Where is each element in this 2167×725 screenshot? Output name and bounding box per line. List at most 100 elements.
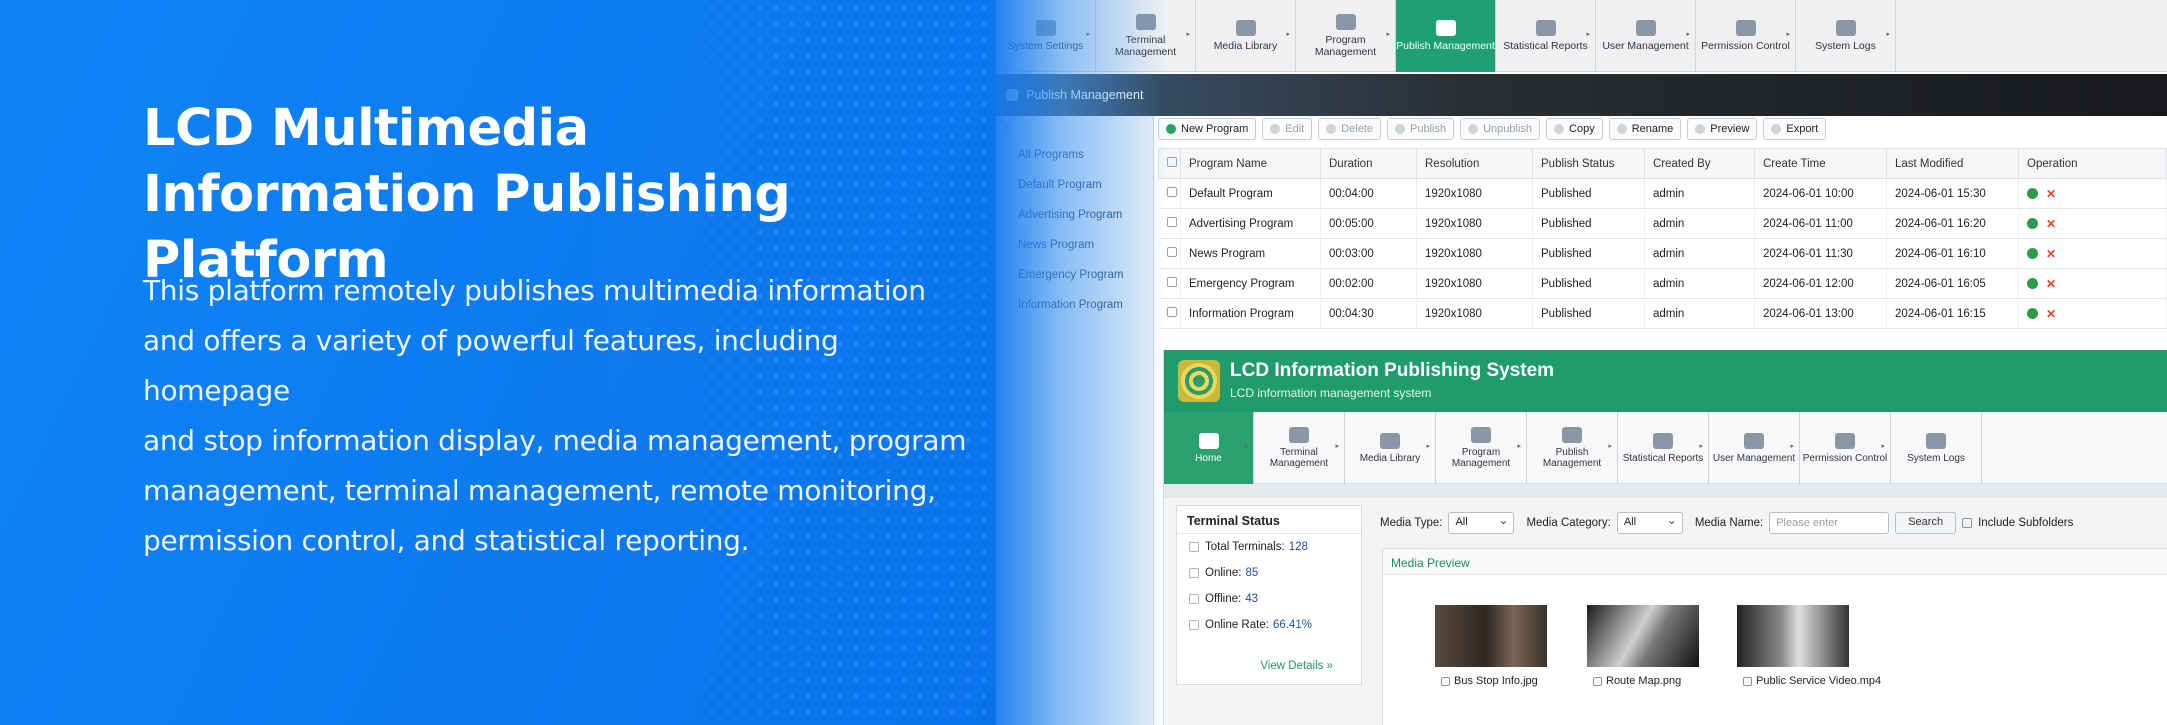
- table-row[interactable]: Emergency Program 00:02:00 1920x1080 Pub…: [1158, 268, 2167, 299]
- checkbox[interactable]: [1166, 307, 1177, 317]
- col-publish-status[interactable]: Publish Status: [1532, 148, 1645, 179]
- search-button[interactable]: Search: [1895, 512, 1957, 534]
- nav-media-library[interactable]: Media Library ▸: [1196, 0, 1296, 72]
- nav-system-logs[interactable]: System Logs: [1891, 412, 1982, 484]
- publish-icon[interactable]: [2027, 308, 2038, 319]
- nav-terminal-management[interactable]: Terminal Management ▸: [1096, 0, 1196, 72]
- col-last-modified[interactable]: Last Modified: [1886, 148, 2019, 179]
- nav-publish-management[interactable]: Publish Management ▸: [1527, 412, 1618, 484]
- edit-button[interactable]: Edit: [1262, 118, 1313, 140]
- thumbnail-video[interactable]: [1737, 605, 1849, 667]
- col-create-time[interactable]: Create Time: [1754, 148, 1887, 179]
- table-row[interactable]: News Program 00:03:00 1920x1080 Publishe…: [1158, 238, 2167, 269]
- unpublish-button[interactable]: Unpublish: [1460, 118, 1541, 140]
- nav-label: System Logs: [1815, 40, 1876, 52]
- nav-label: Statistical Reports: [1503, 40, 1588, 52]
- checkbox[interactable]: [1166, 187, 1177, 197]
- copy-button[interactable]: Copy: [1546, 118, 1603, 140]
- publish-icon[interactable]: [2027, 248, 2038, 259]
- checkbox[interactable]: [1743, 676, 1752, 686]
- checkbox[interactable]: [1189, 620, 1199, 630]
- nav-program-management[interactable]: Program Management ▸: [1296, 0, 1396, 72]
- delete-icon[interactable]: ✕: [2046, 247, 2056, 261]
- nav-terminal-management[interactable]: Terminal Management ▸: [1254, 412, 1345, 484]
- checkbox[interactable]: [1166, 247, 1177, 257]
- publish-icon[interactable]: [2027, 218, 2038, 229]
- checkbox[interactable]: [1189, 568, 1199, 578]
- checkbox[interactable]: [1189, 542, 1199, 552]
- media-name-input[interactable]: Please enter: [1769, 512, 1890, 534]
- thumbnail-image[interactable]: [1587, 605, 1699, 667]
- nav-system-settings[interactable]: System Settings ▸: [996, 0, 1096, 72]
- delete-icon[interactable]: ✕: [2046, 307, 2056, 321]
- nav-permission-control[interactable]: Permission Control ▸: [1800, 412, 1891, 484]
- sidebar-item-default-program[interactable]: Default Program: [996, 170, 1153, 200]
- checkbox[interactable]: [1593, 676, 1602, 686]
- view-details-link[interactable]: View Details »: [1260, 660, 1333, 672]
- nav-home[interactable]: Home ▸: [1164, 412, 1254, 484]
- nav-program-management[interactable]: Program Management ▸: [1436, 412, 1527, 484]
- thumbnail-image[interactable]: [1435, 605, 1547, 667]
- table-row[interactable]: Advertising Program 00:05:00 1920x1080 P…: [1158, 208, 2167, 239]
- sidebar-item-advertising-program[interactable]: Advertising Program: [996, 200, 1153, 230]
- app-subtitle: LCD information management system: [1230, 386, 1432, 400]
- program-toolbar: New Program Edit Delete Publish Unpublis…: [1158, 118, 1827, 144]
- publish-button[interactable]: Publish: [1387, 118, 1455, 140]
- col-program-name[interactable]: Program Name: [1180, 148, 1321, 179]
- globe-icon: [1835, 20, 1856, 36]
- new-program-button[interactable]: New Program: [1158, 118, 1257, 140]
- col-duration[interactable]: Duration: [1320, 148, 1417, 179]
- sidebar-item-emergency-program[interactable]: Emergency Program: [996, 260, 1153, 290]
- col-created-by[interactable]: Created By: [1644, 148, 1755, 179]
- nav-user-management[interactable]: User Management ▸: [1709, 412, 1800, 484]
- caret-icon: ▸: [1286, 31, 1290, 38]
- nav-media-library[interactable]: Media Library ▸: [1345, 412, 1436, 484]
- preview-button[interactable]: Preview: [1687, 118, 1758, 140]
- monitor-icon: [1135, 14, 1156, 30]
- nav-permission-control[interactable]: Permission Control ▸: [1696, 0, 1796, 72]
- sidebar-item-all-programs[interactable]: All Programs: [996, 140, 1153, 170]
- sidebar-item-news-program[interactable]: News Program: [996, 230, 1153, 260]
- sidebar-item-information-program[interactable]: Information Program: [996, 290, 1153, 320]
- publish-icon[interactable]: [2027, 278, 2038, 289]
- cell-duration: 00:04:30: [1320, 298, 1417, 329]
- cell-last-modified: 2024-06-01 16:05: [1886, 268, 2019, 299]
- checkbox[interactable]: [1167, 157, 1177, 167]
- media-type-select[interactable]: All: [1448, 512, 1515, 534]
- rename-button[interactable]: Rename: [1608, 118, 1682, 140]
- shield-icon: [1835, 432, 1855, 449]
- checkbox[interactable]: [1166, 277, 1177, 287]
- nav-statistical-reports[interactable]: Statistical Reports ▸: [1496, 0, 1596, 72]
- export-icon: [1771, 124, 1782, 134]
- table-row[interactable]: Default Program 00:04:00 1920x1080 Publi…: [1158, 178, 2167, 209]
- checkbox[interactable]: [1166, 217, 1177, 227]
- col-resolution[interactable]: Resolution: [1416, 148, 1533, 179]
- media-category-select[interactable]: All: [1616, 512, 1683, 534]
- checkbox[interactable]: [1441, 676, 1450, 686]
- nav-publish-management[interactable]: Publish Management: [1396, 0, 1496, 72]
- cell-program-name: Advertising Program: [1180, 208, 1321, 239]
- publish-icon[interactable]: [2027, 188, 2038, 199]
- table-row[interactable]: Information Program 00:04:30 1920x1080 P…: [1158, 298, 2167, 329]
- cell-publish-status: Published: [1532, 178, 1645, 209]
- nav-label: System Logs: [1907, 452, 1965, 464]
- delete-icon[interactable]: ✕: [2046, 277, 2056, 291]
- select-all-checkbox[interactable]: [1158, 148, 1181, 179]
- delete-button[interactable]: Delete: [1318, 118, 1382, 140]
- download-icon: [1468, 124, 1479, 134]
- sidebar-collapse[interactable]: ‹: [996, 116, 1153, 140]
- delete-icon[interactable]: ✕: [2046, 187, 2056, 201]
- nav-user-management[interactable]: User Management ▸: [1596, 0, 1696, 72]
- button-label: Preview: [1710, 123, 1750, 135]
- cell-resolution: 1920x1080: [1416, 238, 1533, 269]
- nav-system-logs[interactable]: System Logs ▸: [1796, 0, 1896, 72]
- delete-icon[interactable]: ✕: [2046, 217, 2056, 231]
- globe-icon: [1926, 432, 1946, 449]
- cell-last-modified: 2024-06-01 15:30: [1886, 178, 2019, 209]
- checkbox[interactable]: [1189, 594, 1199, 604]
- nav-statistical-reports[interactable]: Statistical Reports ▸: [1618, 412, 1709, 484]
- cell-resolution: 1920x1080: [1416, 208, 1533, 239]
- include-subfolders-checkbox[interactable]: [1962, 518, 1973, 528]
- export-button[interactable]: Export: [1763, 118, 1827, 140]
- description-line: This platform remotely publishes multime…: [143, 274, 926, 307]
